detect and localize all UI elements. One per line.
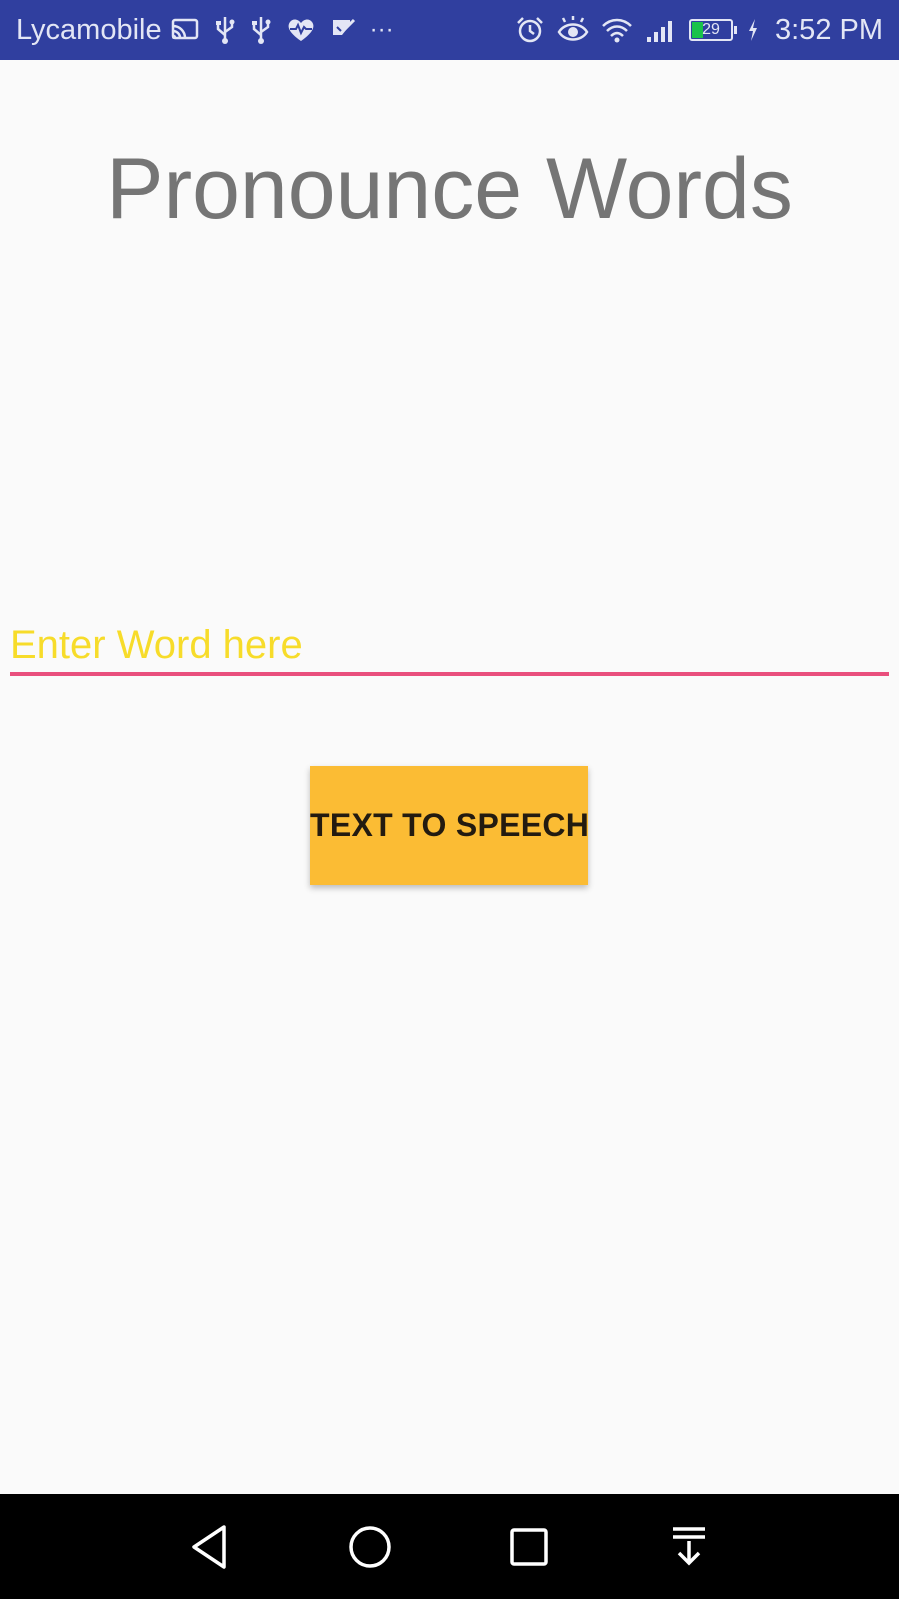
- wifi-icon: [601, 17, 633, 43]
- system-icons: 29 3:52 PM: [515, 14, 883, 47]
- carrier-name: Lycamobile: [16, 13, 162, 46]
- word-input[interactable]: [10, 618, 889, 676]
- alarm-icon: [515, 15, 545, 45]
- notification-icons: ···: [170, 15, 394, 45]
- task-check-icon: [330, 17, 356, 43]
- usb-icon: [214, 15, 236, 45]
- usb-icon: [250, 15, 272, 45]
- page-title: Pronounce Words: [106, 141, 793, 237]
- app-screen: Lycamobile ··· 29 3:52 PM Pronounce Word…: [0, 0, 899, 1599]
- heart-rate-icon: [286, 17, 316, 43]
- recents-icon[interactable]: [494, 1512, 564, 1582]
- battery-icon: 29: [689, 19, 737, 41]
- back-icon[interactable]: [175, 1512, 245, 1582]
- text-to-speech-button[interactable]: TEXT TO SPEECH: [310, 766, 589, 885]
- charging-icon: [747, 18, 759, 42]
- battery-level: 29: [702, 21, 720, 38]
- more-notifications-icon: ···: [369, 16, 394, 43]
- cast-icon: [170, 17, 200, 43]
- home-icon[interactable]: [335, 1512, 405, 1582]
- status-bar: Lycamobile ··· 29 3:52 PM: [0, 0, 899, 60]
- notification-pulldown-icon[interactable]: [654, 1512, 724, 1582]
- signal-icon: [645, 17, 677, 43]
- clock: 3:52 PM: [775, 13, 883, 46]
- eye-icon: [557, 16, 589, 44]
- navigation-bar: [0, 1494, 899, 1599]
